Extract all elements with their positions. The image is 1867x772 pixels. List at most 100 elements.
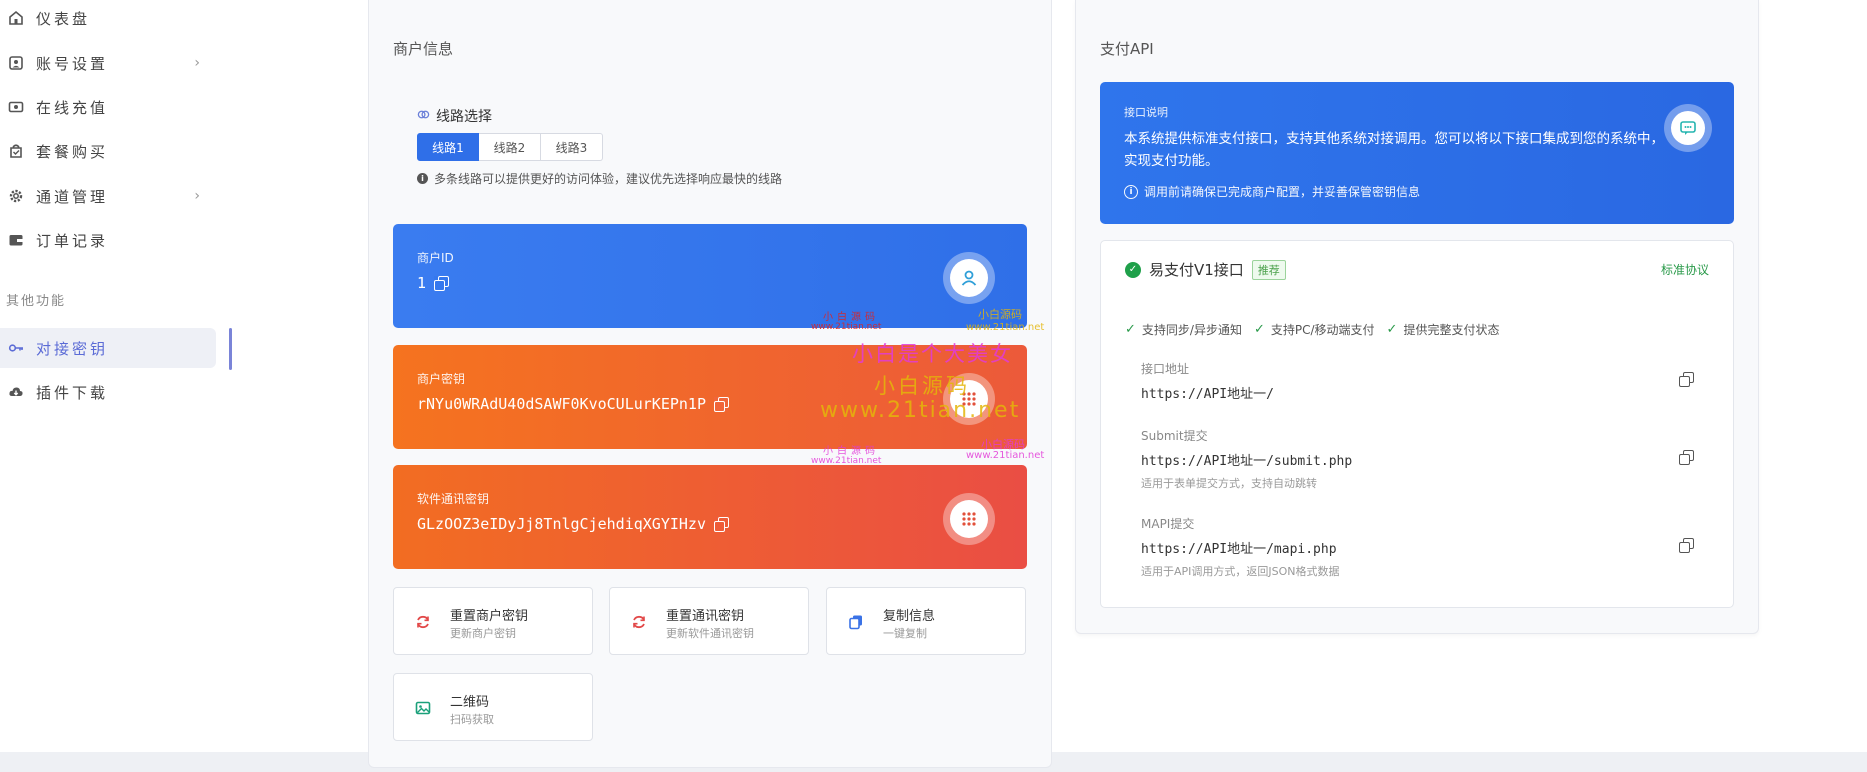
copy-icon[interactable] xyxy=(713,397,729,412)
sidebar-item-package-purchase[interactable]: 套餐购买 xyxy=(0,131,216,171)
endpoint-label: MAPI提交 xyxy=(1141,517,1195,531)
sidebar: 仪表盘 账号设置 › 在线充值 套餐购买 通道管理 › 订单记录 其他功能 对接… xyxy=(0,0,236,752)
action-title: 复制信息 xyxy=(883,609,936,624)
check-circle-icon: ✓ xyxy=(1125,261,1141,278)
comm-key-card: 软件通讯密钥 GLzOOZ3eIDyJj8TnlgCjehdiqXGYIHzv xyxy=(393,465,1027,569)
wallet-icon xyxy=(6,230,26,250)
endpoint-item: MAPI提交 https://API地址一/mapi.php 适用于API调用方… xyxy=(1141,515,1340,579)
api-info-notice: i 调用前请确保已完成商户配置，并妥善保管密钥信息 xyxy=(1124,183,1420,200)
api-name: 易支付V1接口 xyxy=(1149,261,1244,279)
route-hint: i 多条线路可以提供更好的访问体验，建议优先选择响应最快的线路 xyxy=(417,170,782,187)
sidebar-item-integration-keys[interactable]: 对接密钥 xyxy=(0,328,216,368)
sidebar-item-order-records[interactable]: 订单记录 xyxy=(0,220,216,260)
endpoint-desc: 适用于表单提交方式，支持自动跳转 xyxy=(1141,477,1317,490)
sidebar-item-label: 订单记录 xyxy=(36,231,109,250)
action-subtitle: 更新软件通讯密钥 xyxy=(666,627,754,640)
action-subtitle: 一键复制 xyxy=(883,627,927,640)
tab-route-1[interactable]: 线路1 xyxy=(417,133,479,161)
api-info-box: 接口说明 本系统提供标准支付接口，支持其他系统对接调用。您可以将以下接口集成到您… xyxy=(1100,82,1734,224)
sidebar-item-online-recharge[interactable]: 在线充值 xyxy=(0,87,216,127)
endpoint-url: https://API地址一/mapi.php xyxy=(1141,542,1337,557)
sidebar-item-label: 在线充值 xyxy=(36,98,109,117)
protocol-label: 标准协议 xyxy=(1660,263,1709,277)
sidebar-section-title: 其他功能 xyxy=(6,294,67,309)
action-subtitle: 扫码获取 xyxy=(450,713,494,726)
route-tabs: 线路1 线路2 线路3 xyxy=(417,133,603,161)
feature-item: ✓ 提供完整支付状态 xyxy=(1386,322,1500,337)
endpoint-label: Submit提交 xyxy=(1141,429,1208,443)
qr-code-button[interactable]: 二维码 扫码获取 xyxy=(393,673,593,741)
bag-icon xyxy=(6,141,26,161)
feature-item: ✓ 支持同步/异步通知 xyxy=(1125,322,1242,337)
api-info-text: 本系统提供标准支付接口，支持其他系统对接调用。您可以将以下接口集成到您的系统中，… xyxy=(1124,131,1664,169)
action-subtitle: 更新商户密钥 xyxy=(450,627,516,640)
key-icon xyxy=(6,338,26,358)
home-icon xyxy=(6,8,26,28)
sidebar-item-label: 通道管理 xyxy=(36,187,109,206)
chevron-right-icon: › xyxy=(194,188,200,204)
copy-info-button[interactable]: 复制信息 一键复制 xyxy=(826,587,1026,655)
recommend-badge: 推荐 xyxy=(1251,259,1286,280)
info-icon: i xyxy=(417,173,428,184)
card-label: 商户ID xyxy=(417,251,454,265)
info-icon: i xyxy=(1124,184,1138,199)
refresh-icon xyxy=(630,613,648,631)
sidebar-item-plugin-download[interactable]: 插件下载 xyxy=(0,372,216,412)
refresh-icon xyxy=(414,613,432,631)
panel-title: 商户信息 xyxy=(393,40,454,58)
sidebar-item-label: 账号设置 xyxy=(36,54,109,73)
check-icon: ✓ xyxy=(1386,322,1398,337)
gear-icon xyxy=(6,186,26,206)
user-card-icon xyxy=(6,53,26,73)
reset-comm-key-button[interactable]: 重置通讯密钥 更新软件通讯密钥 xyxy=(609,587,809,655)
sidebar-item-label: 套餐购买 xyxy=(36,142,109,161)
endpoint-label: 接口地址 xyxy=(1141,362,1190,376)
card-label: 商户密钥 xyxy=(417,372,466,386)
endpoint-url: https://API地址一/submit.php xyxy=(1141,454,1353,469)
payment-api-panel: 支付API 接口说明 本系统提供标准支付接口，支持其他系统对接调用。您可以将以下… xyxy=(1075,0,1759,634)
endpoint-item: 接口地址 https://API地址一/ xyxy=(1141,360,1274,402)
copy-icon[interactable] xyxy=(1679,450,1694,465)
card-label: 软件通讯密钥 xyxy=(417,492,490,506)
copy-icon[interactable] xyxy=(1679,372,1694,387)
copy-icon xyxy=(847,613,865,631)
card-value: rNYu0WRAdU40dSAWF0KvoCULurKEPn1P xyxy=(417,395,729,413)
money-icon xyxy=(6,97,26,117)
card-value: 1 xyxy=(417,274,450,292)
action-title: 重置通讯密钥 xyxy=(666,609,745,624)
copy-icon[interactable] xyxy=(434,276,450,291)
endpoint-item: Submit提交 https://API地址一/submit.php 适用于表单… xyxy=(1141,427,1352,491)
image-icon xyxy=(414,699,432,717)
tab-route-2[interactable]: 线路2 xyxy=(479,133,541,161)
card-value: GLzOOZ3eIDyJj8TnlgCjehdiqXGYIHzv xyxy=(417,515,729,533)
reset-merchant-key-button[interactable]: 重置商户密钥 更新商户密钥 xyxy=(393,587,593,655)
copy-icon[interactable] xyxy=(1679,538,1694,553)
api-header: ✓ 易支付V1接口 推荐 xyxy=(1125,259,1286,280)
cloud-download-icon xyxy=(6,382,26,402)
sidebar-item-label: 仪表盘 xyxy=(36,9,91,28)
check-icon: ✓ xyxy=(1253,322,1265,337)
sidebar-item-account-settings[interactable]: 账号设置 › xyxy=(0,43,216,83)
sidebar-item-label: 对接密钥 xyxy=(36,339,109,358)
message-badge-icon xyxy=(1664,104,1712,152)
api-info-label: 接口说明 xyxy=(1124,106,1168,119)
tab-route-3[interactable]: 线路3 xyxy=(541,133,603,161)
action-title: 重置商户密钥 xyxy=(450,609,529,624)
api-detail-box: ✓ 易支付V1接口 推荐 标准协议 ✓ 支持同步/异步通知 ✓ 支持PC/移动端支付… xyxy=(1100,240,1734,608)
action-title: 二维码 xyxy=(450,695,490,710)
sidebar-item-label: 插件下载 xyxy=(36,383,109,402)
sidebar-item-dashboard[interactable]: 仪表盘 xyxy=(0,0,216,38)
panel-title: 支付API xyxy=(1100,40,1154,58)
feature-item: ✓ 支持PC/移动端支付 xyxy=(1253,322,1375,337)
endpoint-desc: 适用于API调用方式，返回JSON格式数据 xyxy=(1141,565,1340,578)
keypad-badge-icon xyxy=(943,493,995,545)
route-selection-label: 线路选择 xyxy=(417,106,492,126)
merchant-id-card: 商户ID 1 xyxy=(393,224,1027,328)
chevron-right-icon: › xyxy=(194,55,200,71)
sidebar-item-channel-management[interactable]: 通道管理 › xyxy=(0,176,216,216)
endpoint-url: https://API地址一/ xyxy=(1141,387,1274,402)
link-icon xyxy=(417,108,430,125)
check-icon: ✓ xyxy=(1125,322,1136,337)
active-nav-indicator xyxy=(229,328,232,370)
copy-icon[interactable] xyxy=(713,517,729,532)
